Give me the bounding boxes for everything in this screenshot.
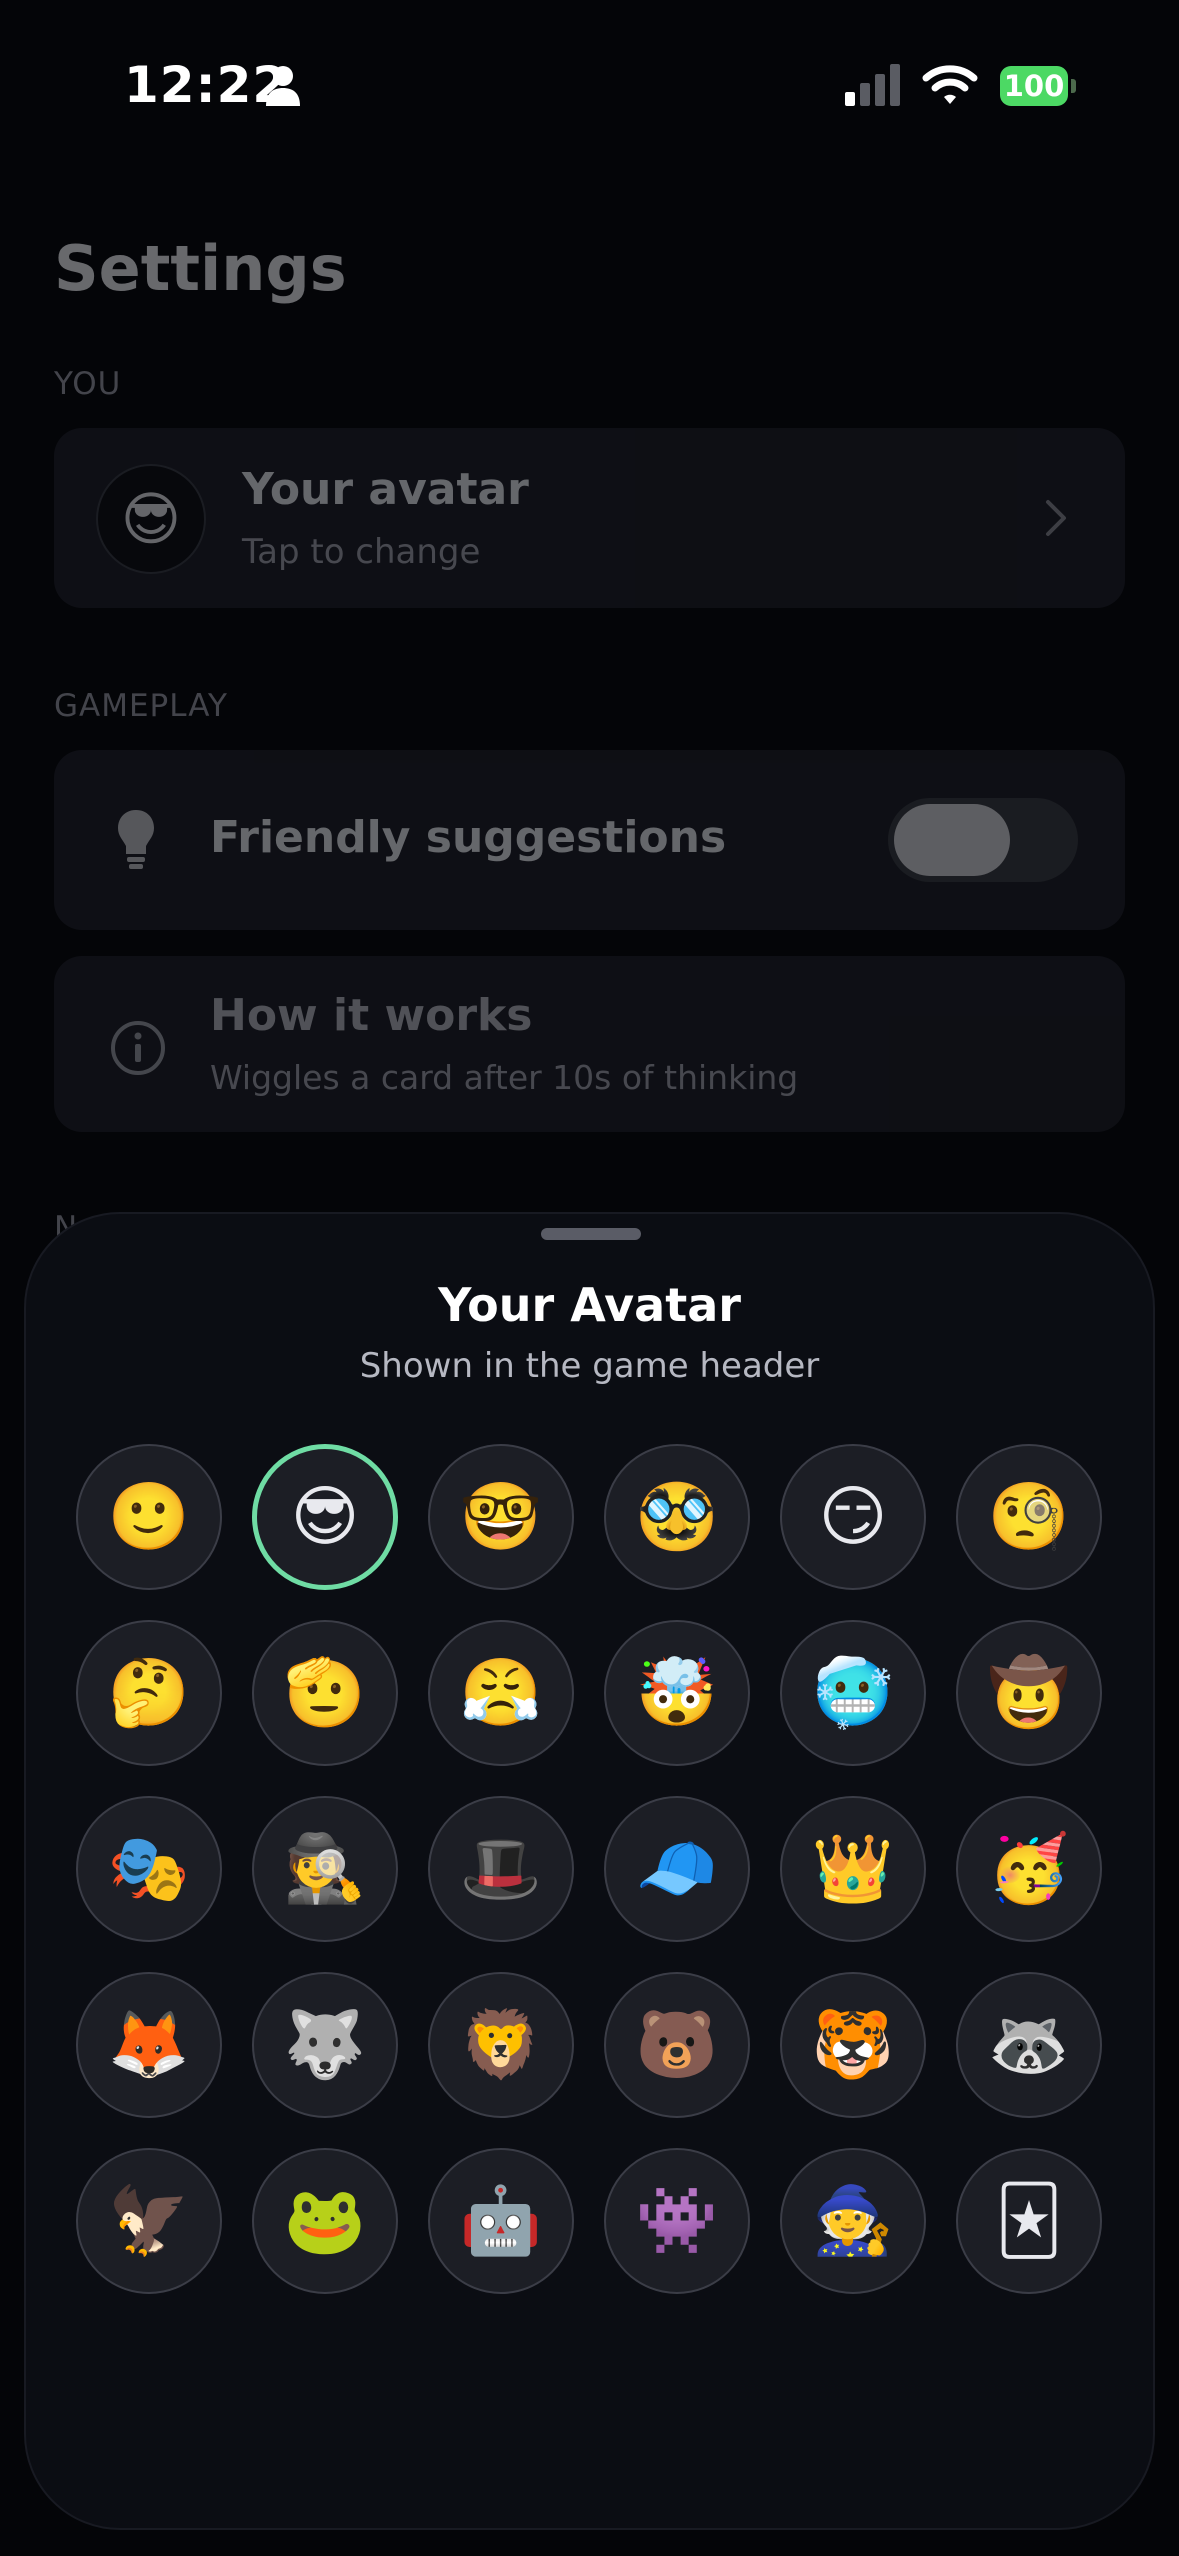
avatar-option[interactable]: 😎 <box>252 1444 398 1590</box>
avatar-option[interactable]: 🦊 <box>76 1972 222 2118</box>
sheet-subtitle: Shown in the game header <box>359 1346 820 1386</box>
toggle-knob <box>894 804 1010 876</box>
avatar-option[interactable]: 🦁 <box>428 1972 574 2118</box>
avatar-option[interactable]: 🧐 <box>956 1444 1102 1590</box>
avatar-option[interactable]: 🦝 <box>956 1972 1102 2118</box>
avatar-option[interactable]: 🐻 <box>604 1972 750 2118</box>
chevron-right-icon <box>1046 500 1066 536</box>
avatar-option[interactable]: 🐸 <box>252 2148 398 2294</box>
lightbulb-icon <box>118 810 154 869</box>
friendly-suggestions-row: Friendly suggestions <box>54 750 1125 930</box>
friendly-suggestions-label: Friendly suggestions <box>210 812 727 863</box>
section-label-gameplay: GAMEPLAY <box>54 688 228 724</box>
avatar-picker-sheet[interactable]: Your Avatar Shown in the game header 🙂 😎 🤓… <box>24 1212 1155 2530</box>
avatar-option[interactable]: 🤖 <box>428 2148 574 2294</box>
avatar-option[interactable]: 🎩 <box>428 1796 574 1942</box>
friendly-suggestions-toggle[interactable] <box>888 798 1078 882</box>
avatar-option[interactable]: 🤔 <box>76 1620 222 1766</box>
avatar-row-title: Your avatar <box>242 464 529 515</box>
avatar: 😎 <box>96 464 206 574</box>
avatar-option[interactable]: 🦅 <box>76 2148 222 2294</box>
how-it-works-row: How it works Wiggles a card after 10s of… <box>54 956 1125 1132</box>
avatar-option[interactable]: 🃏 <box>956 2148 1102 2294</box>
avatar-option[interactable]: 🥸 <box>604 1444 750 1590</box>
avatar-option[interactable]: 🧙 <box>780 2148 926 2294</box>
sheet-title: Your Avatar <box>438 1278 741 1332</box>
avatar-option[interactable]: 👑 <box>780 1796 926 1942</box>
section-label-you: YOU <box>54 366 122 402</box>
avatar-option[interactable]: 🤠 <box>956 1620 1102 1766</box>
avatar-option[interactable]: 🫡 <box>252 1620 398 1766</box>
avatar-option[interactable]: 🥳 <box>956 1796 1102 1942</box>
avatar-option[interactable]: 🕵️ <box>252 1796 398 1942</box>
avatar-option[interactable]: 🐯 <box>780 1972 926 2118</box>
avatar-option[interactable]: 🐺 <box>252 1972 398 2118</box>
sheet-grabber[interactable] <box>541 1228 641 1240</box>
avatar-option[interactable]: 🥶 <box>780 1620 926 1766</box>
info-icon <box>111 1021 165 1075</box>
how-it-works-title: How it works <box>210 990 533 1041</box>
avatar-option[interactable]: 🧢 <box>604 1796 750 1942</box>
avatar-setting-row[interactable]: 😎 Your avatar Tap to change <box>54 428 1125 608</box>
avatar-grid: 🙂 😎 🤓 🥸 😏 🧐 🤔 🫡 😤 🤯 🥶 🤠 🎭 🕵️ 🎩 🧢 👑 🥳 🦊 🐺 🦁 🐻 🐯 🦝 🦅 🐸 🤖 👾 🧙 🃏 <box>76 1444 1108 2294</box>
page-title: Settings <box>54 232 347 305</box>
avatar-option[interactable]: 😤 <box>428 1620 574 1766</box>
avatar-row-subtitle: Tap to change <box>242 532 481 572</box>
avatar-option[interactable]: 🤓 <box>428 1444 574 1590</box>
how-it-works-subtitle: Wiggles a card after 10s of thinking <box>210 1058 799 1097</box>
avatar-option[interactable]: 🙂 <box>76 1444 222 1590</box>
avatar-option[interactable]: 👾 <box>604 2148 750 2294</box>
avatar-option[interactable]: 😏 <box>780 1444 926 1590</box>
avatar-option[interactable]: 🎭 <box>76 1796 222 1942</box>
avatar-option[interactable]: 🤯 <box>604 1620 750 1766</box>
